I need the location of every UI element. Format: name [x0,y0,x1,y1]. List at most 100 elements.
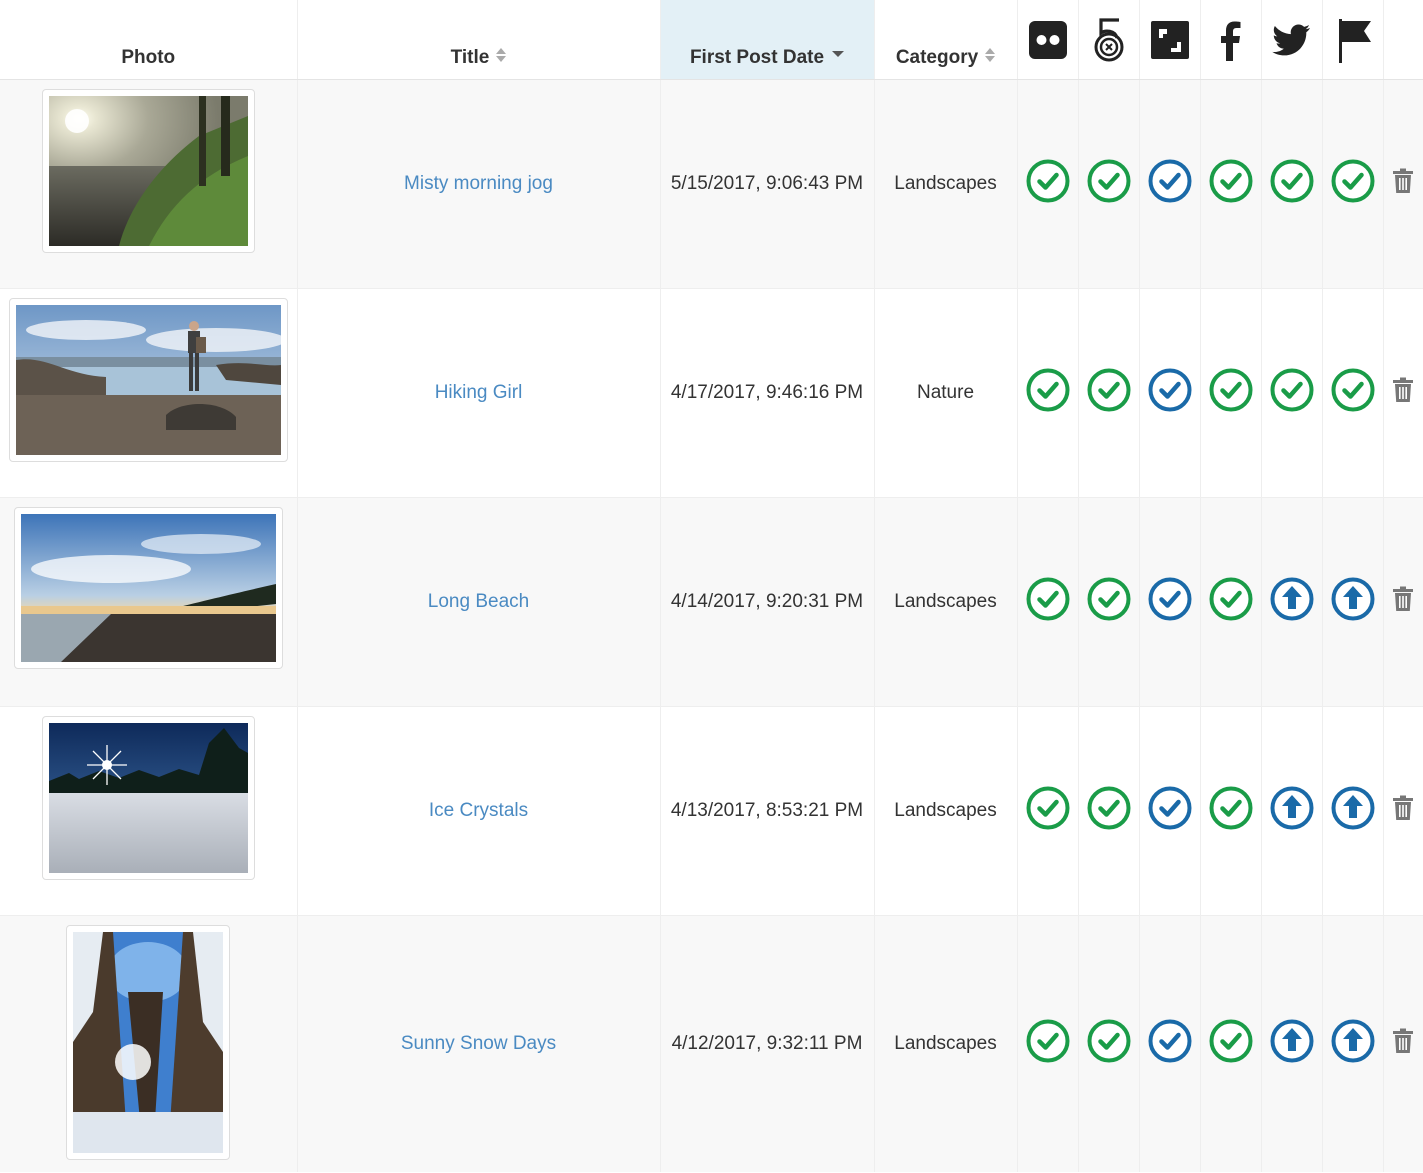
category-column-header[interactable]: Category [874,0,1018,80]
photo-thumbnail[interactable] [8,297,288,462]
flickr-column-header [1017,0,1079,80]
actions-cell [1383,287,1423,497]
twitter-icon [1271,24,1310,56]
category-label: Landscapes [894,799,997,821]
photo-thumbnail[interactable] [41,715,255,880]
upload-icon[interactable] [1331,786,1375,830]
flag-status-cell [1322,705,1384,915]
check-icon[interactable] [1331,368,1375,412]
category-cell: Landscapes [874,705,1018,915]
check-icon[interactable] [1148,786,1192,830]
table-row: Sunny Snow Days 4/12/2017, 9:32:11 PM La… [0,914,1423,1172]
flickr-icon [1028,21,1067,59]
check-icon[interactable] [1331,159,1375,203]
facebook-icon [1220,21,1240,61]
smugmug-column-header [1139,0,1201,80]
date-cell: 4/14/2017, 9:20:31 PM [660,496,875,706]
check-icon[interactable] [1148,159,1192,203]
facebook-status-cell [1200,78,1262,288]
check-icon[interactable] [1209,786,1253,830]
check-icon[interactable] [1087,368,1131,412]
twitter-column-header [1261,0,1323,80]
check-icon[interactable] [1026,786,1070,830]
first-post-date: 5/15/2017, 9:06:43 PM [670,172,864,194]
title-cell: Sunny Snow Days [297,914,661,1172]
photo-cell [0,287,298,497]
title-header-label: Title [450,46,490,68]
check-icon[interactable] [1209,1019,1253,1063]
title-cell: Misty morning jog [297,78,661,288]
check-icon[interactable] [1087,786,1131,830]
500px-status-cell [1078,705,1140,915]
title-cell: Ice Crystals [297,705,661,915]
title-column-header[interactable]: Title [297,0,661,80]
flag-status-cell [1322,78,1384,288]
sunny-snow-days-photo [73,931,224,1153]
first-post-date: 4/17/2017, 9:46:16 PM [670,381,864,403]
check-icon[interactable] [1148,1019,1192,1063]
check-icon[interactable] [1087,1019,1131,1063]
date-cell: 4/13/2017, 8:53:21 PM [660,705,875,915]
500px-status-cell [1078,287,1140,497]
first-post-date: 4/14/2017, 9:20:31 PM [670,590,864,612]
photo-cell [0,496,298,706]
twitter-status-cell [1261,705,1323,915]
photo-title-link[interactable]: Long Beach [428,591,529,612]
check-icon[interactable] [1026,368,1070,412]
photo-thumbnail[interactable] [66,924,231,1160]
photo-title-link[interactable]: Sunny Snow Days [401,1033,556,1054]
actions-cell [1383,78,1423,288]
check-icon[interactable] [1270,159,1314,203]
photo-title-link[interactable]: Misty morning jog [404,173,553,194]
check-icon[interactable] [1026,159,1070,203]
table-row: Ice Crystals 4/13/2017, 8:53:21 PM Lands… [0,705,1423,915]
check-icon[interactable] [1148,368,1192,412]
photo-thumbnail[interactable] [13,506,283,669]
upload-icon[interactable] [1270,577,1314,621]
trash-icon[interactable] [1392,586,1414,612]
category-label: Landscapes [894,172,997,194]
actions-column-header [1383,0,1423,80]
check-icon[interactable] [1026,577,1070,621]
trash-icon[interactable] [1392,377,1414,403]
upload-icon[interactable] [1270,786,1314,830]
photo-title-link[interactable]: Ice Crystals [429,800,528,821]
check-icon[interactable] [1270,368,1314,412]
check-icon[interactable] [1026,1019,1070,1063]
table-row: Long Beach 4/14/2017, 9:20:31 PM Landsca… [0,496,1423,706]
photos-table: Photo Title First Post Date Category Mis… [0,0,1423,1172]
upload-icon[interactable] [1331,1019,1375,1063]
check-icon[interactable] [1209,159,1253,203]
category-cell: Landscapes [874,914,1018,1172]
upload-icon[interactable] [1270,1019,1314,1063]
trash-icon[interactable] [1392,795,1414,821]
check-icon[interactable] [1209,577,1253,621]
500px-status-cell [1078,914,1140,1172]
smugmug-status-cell [1139,705,1201,915]
trash-icon[interactable] [1392,168,1414,194]
hiking-girl-photo [15,304,281,455]
first-post-date-column-header[interactable]: First Post Date [660,0,875,80]
sort-icon [985,47,996,63]
facebook-column-header [1200,0,1262,80]
header-row: Photo Title First Post Date Category [0,0,1423,80]
table-row: Misty morning jog 5/15/2017, 9:06:43 PM … [0,78,1423,288]
photo-thumbnail[interactable] [41,88,255,253]
first-post-date-header-label: First Post Date [689,46,825,68]
flickr-status-cell [1017,705,1079,915]
trash-icon[interactable] [1392,1028,1414,1054]
upload-icon[interactable] [1331,577,1375,621]
category-cell: Landscapes [874,496,1018,706]
check-icon[interactable] [1148,577,1192,621]
twitter-status-cell [1261,496,1323,706]
check-icon[interactable] [1087,159,1131,203]
smugmug-status-cell [1139,914,1201,1172]
check-icon[interactable] [1087,577,1131,621]
flickr-status-cell [1017,78,1079,288]
check-icon[interactable] [1209,368,1253,412]
long-beach-photo [20,513,276,662]
sort-desc-icon [832,51,845,58]
photo-title-link[interactable]: Hiking Girl [435,382,523,403]
title-cell: Long Beach [297,496,661,706]
smugmug-status-cell [1139,287,1201,497]
